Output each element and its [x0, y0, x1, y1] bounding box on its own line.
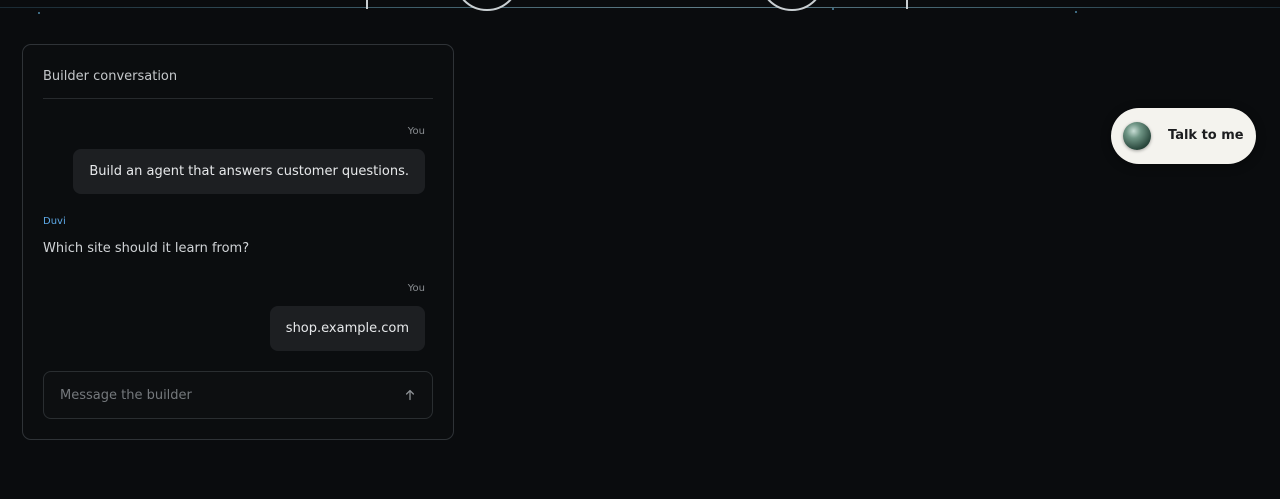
panel-divider — [43, 98, 433, 99]
top-node-ring-left — [454, 0, 520, 11]
top-node-ring-right — [759, 0, 825, 11]
top-tick-right — [906, 0, 908, 9]
message-text-assistant: Which site should it learn from? — [43, 241, 250, 256]
top-dot — [832, 8, 834, 10]
message-sender-user: You — [407, 126, 425, 137]
top-divider-line — [0, 7, 1280, 8]
panel-title: Builder conversation — [43, 69, 178, 84]
message-sender-assistant: Duvi — [43, 216, 66, 227]
top-dot — [38, 12, 40, 14]
app-canvas: Builder conversation You Build an agent … — [0, 0, 1280, 499]
builder-conversation-panel: Builder conversation You Build an agent … — [22, 44, 454, 440]
message-input[interactable] — [60, 372, 380, 418]
voice-orb-icon — [1123, 122, 1151, 150]
message-bubble-user: Build an agent that answers customer que… — [73, 149, 425, 194]
top-tick-left — [366, 0, 368, 9]
talk-to-me-button[interactable]: Talk to me — [1111, 108, 1256, 164]
message-composer — [43, 371, 433, 419]
talk-to-me-label: Talk to me — [1168, 128, 1244, 143]
message-bubble-user: shop.example.com — [269, 306, 425, 351]
top-decoration — [0, 0, 1280, 14]
send-button[interactable] — [402, 387, 418, 403]
message-sender-user: You — [407, 283, 425, 294]
top-dot — [1075, 11, 1077, 13]
arrow-up-icon — [405, 389, 415, 401]
